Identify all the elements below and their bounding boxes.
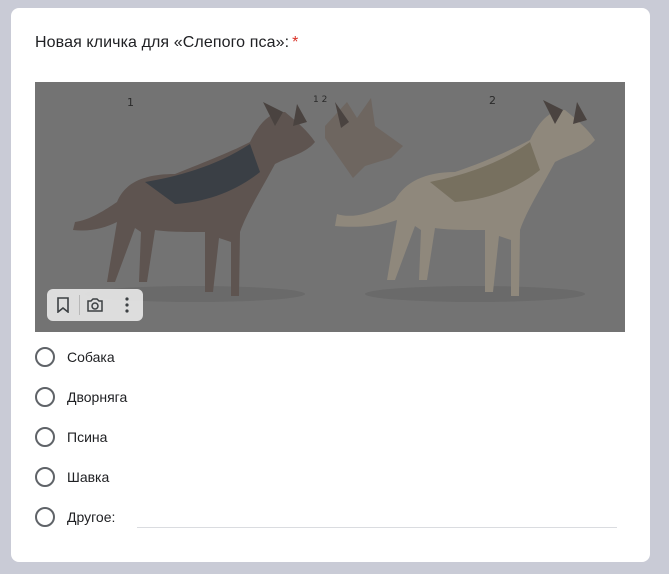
camera-icon[interactable] <box>80 289 112 321</box>
image-toolbar <box>47 289 143 321</box>
radio-button[interactable] <box>35 427 55 447</box>
option-label: Другое: <box>67 509 116 525</box>
option-other[interactable]: Другое: <box>35 497 635 537</box>
option-label: Шавка <box>67 469 110 485</box>
option-shavka[interactable]: Шавка <box>35 457 635 497</box>
question-title-text: Новая кличка для «Слепого пса»: <box>35 34 290 51</box>
bookmark-icon[interactable] <box>47 289 79 321</box>
required-asterisk: * <box>292 34 299 51</box>
sketch-label-2: 2 <box>489 94 496 107</box>
option-dvornyaga[interactable]: Дворняга <box>35 377 635 417</box>
radio-button[interactable] <box>35 347 55 367</box>
radio-button[interactable] <box>35 387 55 407</box>
sketch-label-1: 1 <box>127 96 134 109</box>
other-text-input[interactable] <box>137 527 617 528</box>
question-title: Новая кличка для «Слепого пса»: * <box>35 34 298 52</box>
question-card: Новая кличка для «Слепого пса»: * 1 1 2 2 <box>11 8 650 562</box>
sketch-label-12: 1 2 <box>313 95 327 105</box>
question-image: 1 1 2 2 <box>35 82 625 332</box>
option-label: Дворняга <box>67 389 128 405</box>
radio-button[interactable] <box>35 507 55 527</box>
radio-options: Собака Дворняга Псина Шавка Другое: <box>35 337 635 537</box>
more-vert-icon[interactable] <box>111 289 143 321</box>
radio-button[interactable] <box>35 467 55 487</box>
option-psina[interactable]: Псина <box>35 417 635 457</box>
option-sobaka[interactable]: Собака <box>35 337 635 377</box>
option-label: Собака <box>67 349 115 365</box>
option-label: Псина <box>67 429 108 445</box>
